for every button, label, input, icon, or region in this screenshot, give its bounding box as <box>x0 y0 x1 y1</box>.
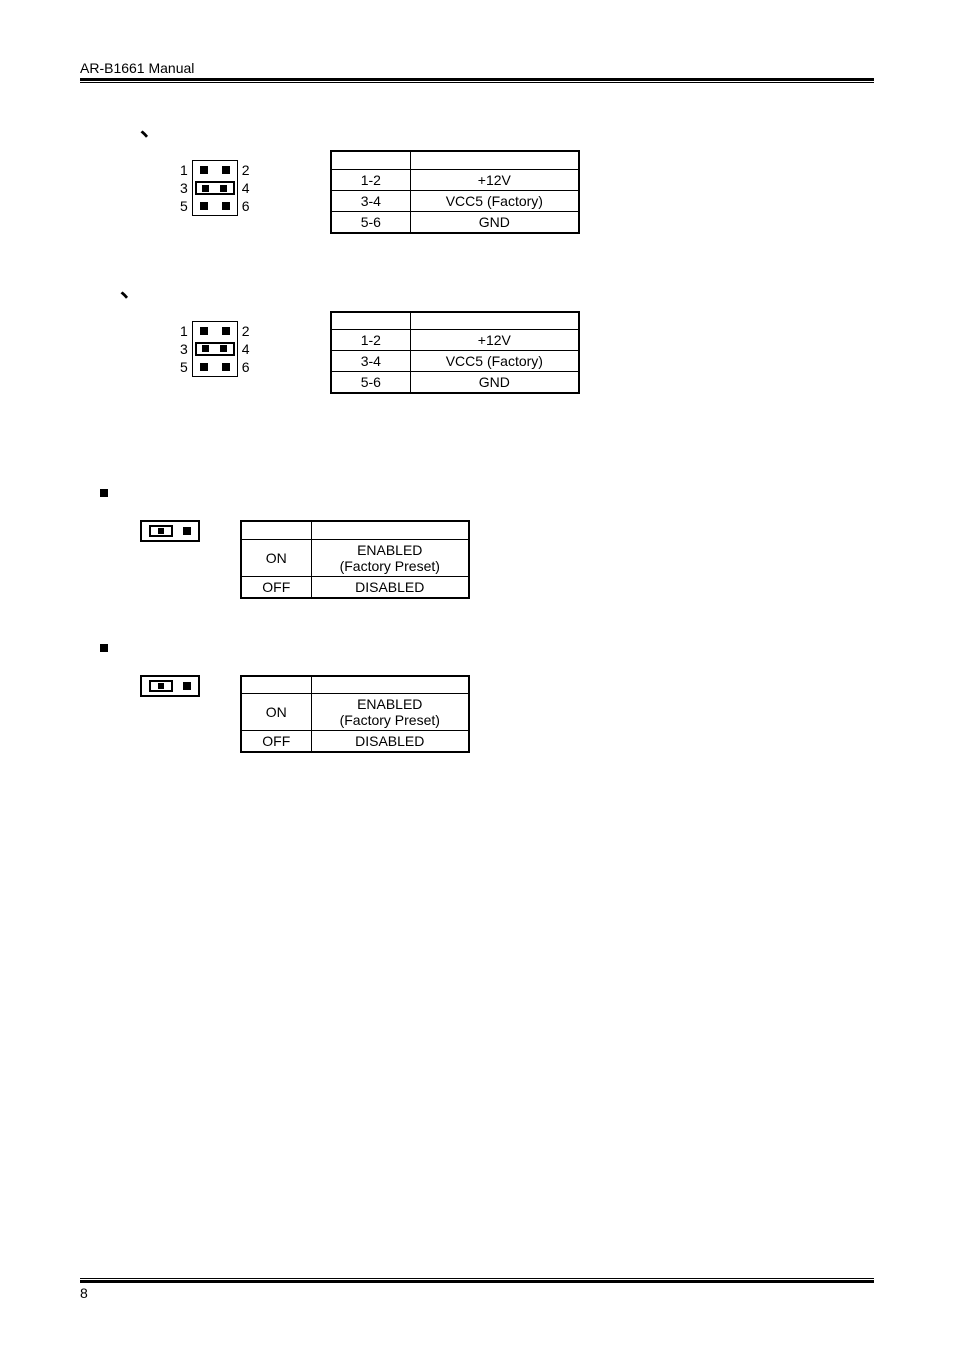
jumper-short-icon <box>149 525 173 537</box>
jumper-short-icon <box>195 342 235 356</box>
jumper-short-icon <box>195 181 235 195</box>
jumper2-diagram-c <box>140 520 200 542</box>
pin-label: 2 <box>242 161 250 179</box>
jumper-diagram-a: 1 3 5 2 4 6 <box>180 160 250 216</box>
pin-label: 3 <box>180 340 188 358</box>
section-tick-a: 、 <box>140 118 874 140</box>
pin-label: 4 <box>242 179 250 197</box>
jumper-short-icon <box>149 680 173 692</box>
pin-icon <box>200 363 208 371</box>
pin-label: 4 <box>242 340 250 358</box>
section-tick-b: 、 <box>120 279 874 301</box>
pin-label: 6 <box>242 197 250 215</box>
jumper-table-c: ONENABLED(Factory Preset) OFFDISABLED <box>240 520 470 599</box>
jumper2-diagram-d <box>140 675 200 697</box>
page-footer: 8 <box>80 1278 874 1301</box>
header-rule-thin <box>80 82 874 83</box>
pin-icon <box>222 202 230 210</box>
pin-icon <box>200 202 208 210</box>
pin-icon <box>222 327 230 335</box>
pin-label: 1 <box>180 161 188 179</box>
pin-label: 1 <box>180 322 188 340</box>
pin-label: 3 <box>180 179 188 197</box>
pin-label: 2 <box>242 322 250 340</box>
pin-label: 5 <box>180 358 188 376</box>
pin-icon <box>222 166 230 174</box>
pin-label: 5 <box>180 197 188 215</box>
jumper-table-a: 1-2+12V 3-4VCC5 (Factory) 5-6GND <box>330 150 580 234</box>
pin-icon <box>200 166 208 174</box>
pin-icon <box>183 527 191 535</box>
pin-label: 6 <box>242 358 250 376</box>
page-number: 8 <box>80 1285 874 1301</box>
jumper-table-b: 1-2+12V 3-4VCC5 (Factory) 5-6GND <box>330 311 580 395</box>
jumper-diagram-b: 1 3 5 2 4 6 <box>180 321 250 377</box>
pin-icon <box>200 327 208 335</box>
bullet-icon <box>100 489 108 497</box>
bullet-icon <box>100 644 108 652</box>
header-rule-thick <box>80 78 874 81</box>
pin-icon <box>183 682 191 690</box>
doc-title: AR-B1661 Manual <box>80 60 874 76</box>
pin-icon <box>222 363 230 371</box>
jumper-table-d: ONENABLED(Factory Preset) OFFDISABLED <box>240 675 470 754</box>
